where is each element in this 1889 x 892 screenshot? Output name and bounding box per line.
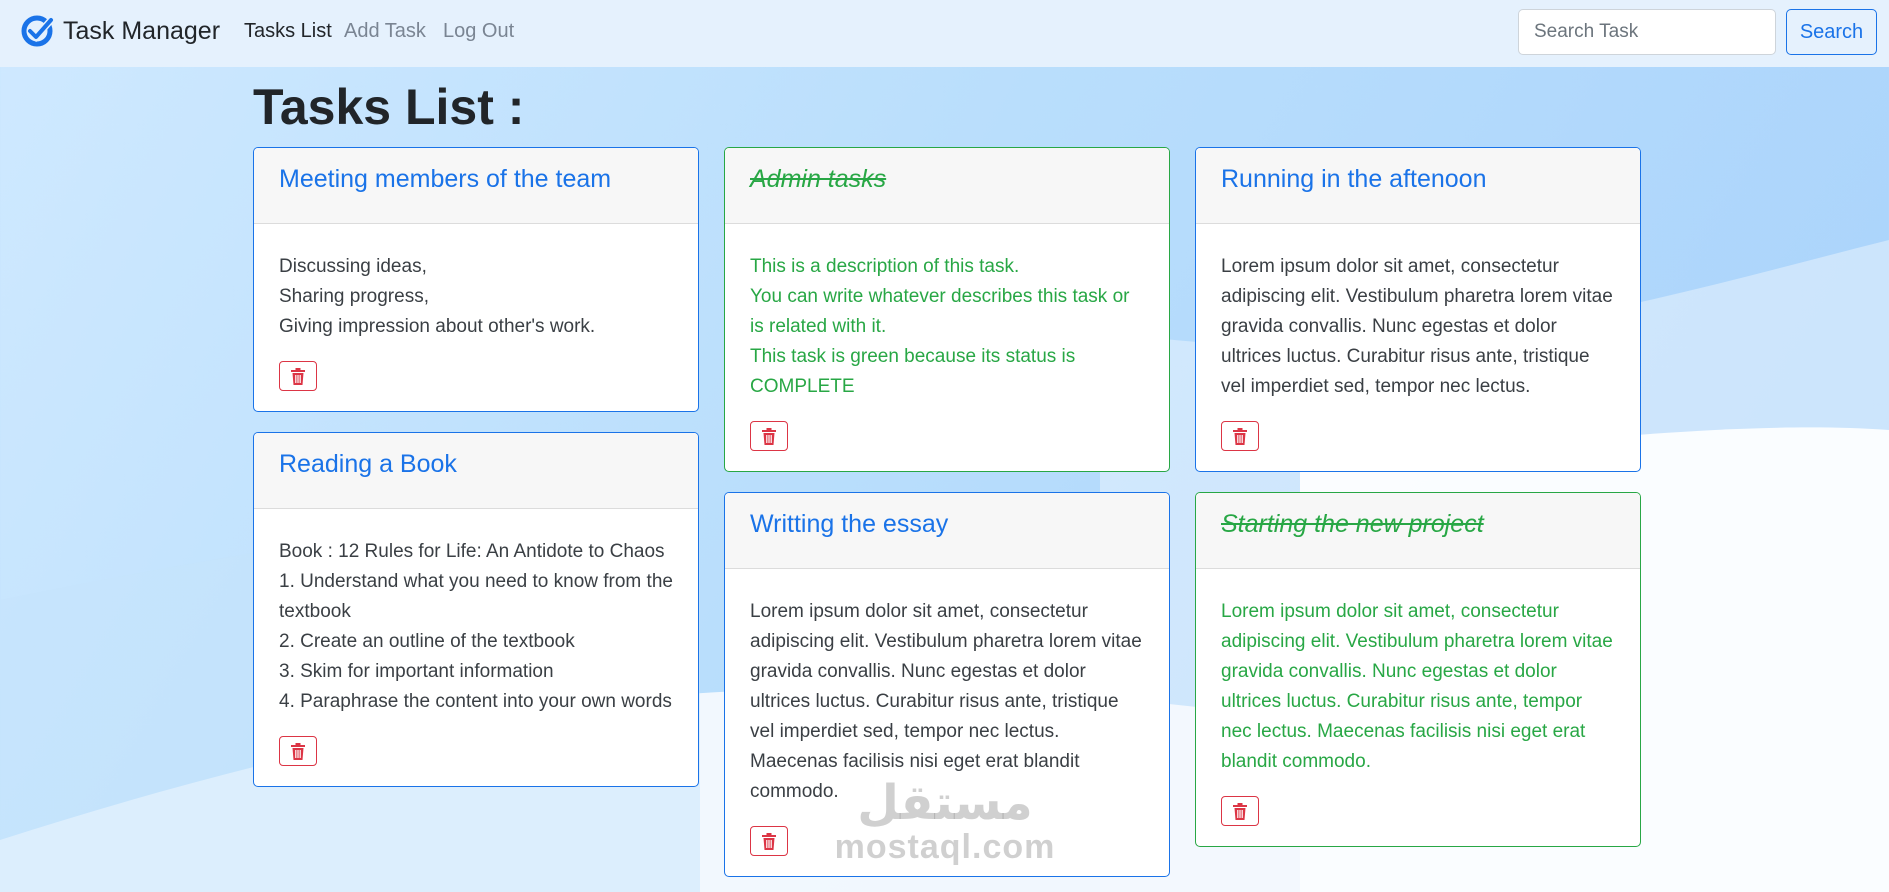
task-card-body: Lorem ipsum dolor sit amet, consectetur … [725,569,1169,876]
task-description-line: Sharing progress, [279,286,429,307]
nav-link-tasks-list[interactable]: Tasks List [244,20,332,43]
task-description-line: Book : 12 Rules for Life: An Antidote to… [279,541,665,562]
delete-task-button[interactable] [1221,796,1259,826]
task-card: Admin tasks This is a description of this… [724,147,1170,472]
task-description-line: This task is green because its status is… [750,346,1076,397]
task-description-line: 2. Create an outline of the textbook [279,631,575,652]
check-circle-icon [21,15,54,47]
task-description: Book : 12 Rules for Life: An Antidote to… [279,537,673,717]
task-description-line: Lorem ipsum dolor sit amet, consectetur … [750,601,1142,802]
trash-icon [762,427,776,445]
task-title[interactable]: Reading a Book [279,448,673,481]
search-input[interactable] [1518,9,1776,55]
task-card-header: Running in the aftenoon [1196,148,1640,224]
nav-link-add-task[interactable]: Add Task [344,20,426,43]
task-description-line: Lorem ipsum dolor sit amet, consectetur … [1221,256,1613,397]
trash-icon [1233,427,1247,445]
task-card-body: Book : 12 Rules for Life: An Antidote to… [254,509,698,786]
task-title[interactable]: Admin tasks [750,163,1144,196]
task-card-body: Lorem ipsum dolor sit amet, consectetur … [1196,224,1640,471]
task-card-header: Admin tasks [725,148,1169,224]
navbar: Task Manager Tasks List Add Task Log Out… [0,0,1889,67]
task-column-3: Running in the aftenoon Lorem ipsum dolor… [1195,147,1641,867]
delete-task-button[interactable] [750,826,788,856]
task-description-line: 1. Understand what you need to know from… [279,571,673,622]
task-description-line: Lorem ipsum dolor sit amet, consectetur … [1221,601,1613,772]
trash-icon [291,742,305,760]
task-description: This is a description of this task. You c… [750,252,1144,402]
delete-task-button[interactable] [750,421,788,451]
task-description: Discussing ideas, Sharing progress, Giving… [279,252,673,342]
delete-task-button[interactable] [1221,421,1259,451]
trash-icon [291,367,305,385]
task-description-line: This is a description of this task. [750,256,1020,277]
nav-link-log-out[interactable]: Log Out [443,20,514,43]
task-card-body: Discussing ideas, Sharing progress, Giving… [254,224,698,411]
task-card: Meeting members of the team Discussing id… [253,147,699,412]
task-description-line: Giving impression about other's work. [279,316,596,337]
task-card-header: Meeting members of the team [254,148,698,224]
task-description-line: 4. Paraphrase the content into your own … [279,691,672,712]
task-title[interactable]: Running in the aftenoon [1221,163,1615,196]
task-card: Starting the new project Lorem ipsum dolo… [1195,492,1641,847]
search-button[interactable]: Search [1786,9,1877,55]
task-card-body: This is a description of this task. You c… [725,224,1169,471]
page-title: Tasks List : [253,79,525,135]
task-title[interactable]: Writting the essay [750,508,1144,541]
task-card: Reading a Book Book : 12 Rules for Life: … [253,432,699,787]
delete-task-button[interactable] [279,361,317,391]
brand[interactable]: Task Manager [20,14,220,48]
task-description: Lorem ipsum dolor sit amet, consectetur … [1221,252,1615,402]
task-description-line: Discussing ideas, [279,256,427,277]
delete-task-button[interactable] [279,736,317,766]
task-card-header: Starting the new project [1196,493,1640,569]
task-title[interactable]: Starting the new project [1221,508,1615,541]
task-card-body: Lorem ipsum dolor sit amet, consectetur … [1196,569,1640,846]
task-column-1: Meeting members of the team Discussing id… [253,147,699,807]
trash-icon [762,832,776,850]
task-title[interactable]: Meeting members of the team [279,163,673,196]
task-card-header: Writting the essay [725,493,1169,569]
task-column-2: Admin tasks This is a description of this… [724,147,1170,892]
task-description-line: 3. Skim for important information [279,661,554,682]
task-description: Lorem ipsum dolor sit amet, consectetur … [750,597,1144,807]
task-card-header: Reading a Book [254,433,698,509]
task-card: Writting the essay Lorem ipsum dolor sit … [724,492,1170,877]
task-card: Running in the aftenoon Lorem ipsum dolor… [1195,147,1641,472]
task-description: Lorem ipsum dolor sit amet, consectetur … [1221,597,1615,777]
trash-icon [1233,802,1247,820]
task-description-line: You can write whatever describes this ta… [750,286,1130,337]
brand-name: Task Manager [63,16,221,45]
